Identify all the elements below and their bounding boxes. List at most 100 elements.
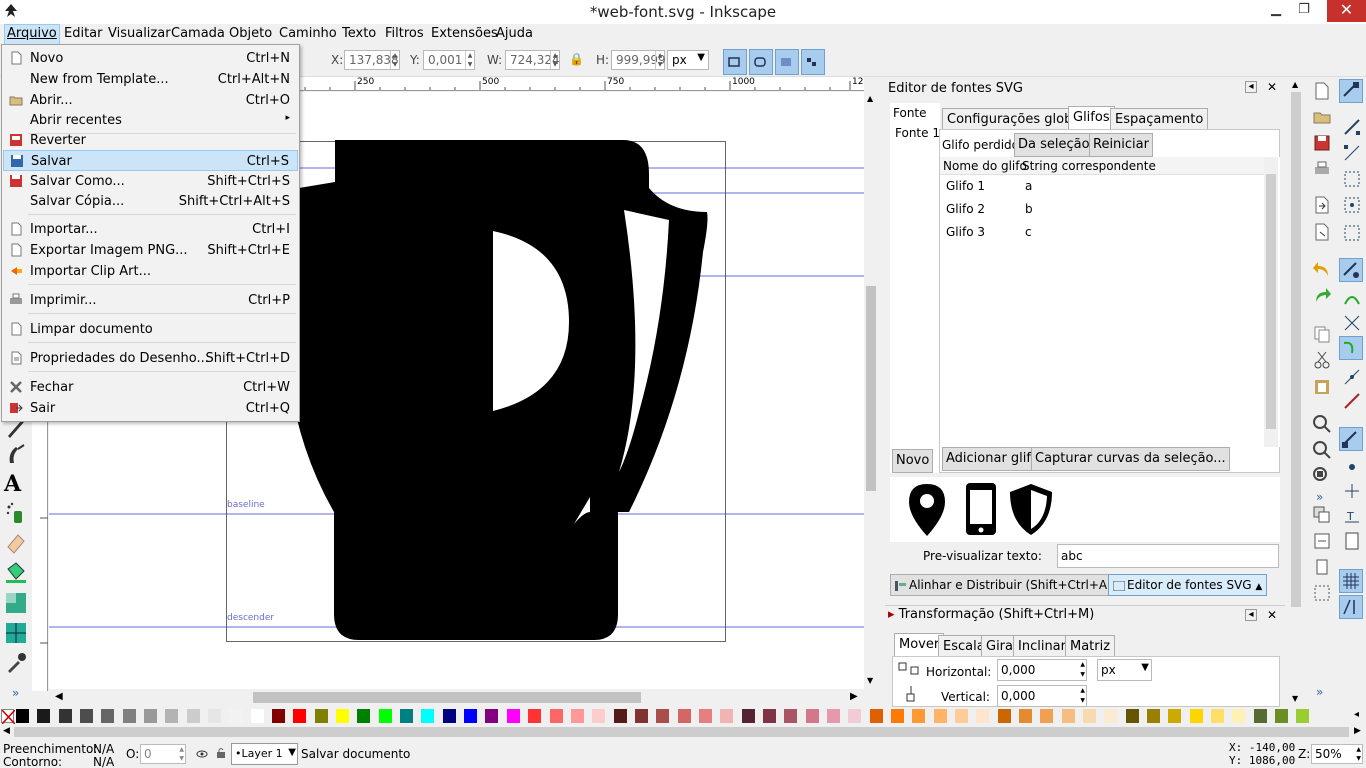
menu-item-sair[interactable]: Sair Ctrl+Q <box>3 398 298 419</box>
print-icon[interactable] <box>1312 159 1332 179</box>
color-swatch[interactable] <box>912 709 926 723</box>
menu-item-salvar-como[interactable]: Salvar Como... Shift+Ctrl+S <box>3 171 298 192</box>
color-swatch[interactable] <box>101 709 115 723</box>
unit-select[interactable]: px ▼ <box>667 50 709 70</box>
undo-icon[interactable] <box>1312 260 1332 280</box>
color-swatch[interactable] <box>400 709 414 723</box>
color-swatch[interactable] <box>848 709 862 723</box>
opacity-spinbox[interactable]: 0 ▲ ▼ <box>140 744 186 764</box>
color-swatch[interactable] <box>1211 709 1225 723</box>
preview-text-input[interactable]: abc <box>1057 544 1279 568</box>
table-row[interactable]: Glifo 1 a <box>940 177 1265 199</box>
color-swatch[interactable] <box>826 709 840 723</box>
menu-camada[interactable]: Camada <box>169 26 227 41</box>
lock-icon[interactable]: 🔒 <box>569 52 584 66</box>
color-swatch[interactable] <box>336 709 350 723</box>
font-editor-dock-tab[interactable]: Editor de fontes SVG ▲ <box>1108 574 1268 596</box>
color-swatch[interactable] <box>933 709 947 723</box>
export-icon[interactable] <box>1312 222 1332 242</box>
transform-close-icon[interactable]: ✕ <box>1267 608 1277 622</box>
toolbox-overflow-icon[interactable]: » <box>12 686 19 700</box>
layer-visibility-icon[interactable] <box>196 748 208 760</box>
menu-caminho[interactable]: Caminho <box>277 26 339 41</box>
color-swatch[interactable] <box>1189 709 1203 723</box>
transform-collapse-icon[interactable]: ◂ <box>1245 609 1257 621</box>
color-swatch[interactable] <box>464 709 478 723</box>
color-swatch[interactable] <box>1147 709 1161 723</box>
color-swatch[interactable] <box>613 709 627 723</box>
clone-icon[interactable] <box>1312 531 1332 551</box>
menu-editar[interactable]: Editar <box>62 26 105 41</box>
tab-mover[interactable]: Mover <box>894 633 945 657</box>
h-spinbox[interactable]: 999,999 ▲ ▼ <box>611 50 666 70</box>
menu-filtros[interactable]: Filtros <box>383 26 426 41</box>
color-swatch[interactable] <box>1125 709 1139 723</box>
menu-item-imprimir[interactable]: Imprimir... Ctrl+P <box>3 290 298 311</box>
spin-arrows-icon[interactable]: ▲ ▼ <box>1080 686 1085 706</box>
menu-objeto[interactable]: Objeto <box>227 26 274 41</box>
capture-curves-button[interactable]: Capturar curvas da seleção... <box>1031 447 1230 471</box>
dock-close-icon[interactable]: ✕ <box>1267 80 1277 94</box>
menu-item-new-from-template[interactable]: New from Template... Ctrl+Alt+N <box>3 69 298 90</box>
menu-item-salvar-copia[interactable]: Salvar Cópia... Shift+Ctrl+Alt+S <box>3 191 298 212</box>
palette-scrollbar[interactable]: ◀ ▶ <box>0 724 1366 740</box>
text-tool-icon[interactable]: A <box>4 471 28 497</box>
scroll-up-icon[interactable]: ▲ <box>867 94 873 103</box>
pen-tool-icon[interactable] <box>4 443 28 467</box>
snap-bbox-corner-icon[interactable] <box>1342 169 1362 189</box>
snap-nodes-toggle[interactable] <box>1339 258 1363 282</box>
menu-item-importar[interactable]: Importar... Ctrl+I <box>3 219 298 240</box>
snap-grid-toggle[interactable] <box>1339 569 1363 593</box>
cut-icon[interactable] <box>1312 350 1332 370</box>
color-swatch[interactable] <box>741 709 755 723</box>
color-swatch[interactable] <box>378 709 392 723</box>
color-swatch[interactable] <box>570 709 584 723</box>
transform-patterns-toggle[interactable] <box>801 49 825 75</box>
close-button[interactable]: ✕ <box>1327 0 1366 22</box>
layer-lock-icon[interactable] <box>216 747 226 759</box>
font-list-item[interactable]: Fonte 1 <box>895 126 940 140</box>
spin-arrows-icon[interactable]: ▲ ▼ <box>1356 745 1361 763</box>
color-swatch[interactable] <box>528 709 542 723</box>
new-document-icon[interactable] <box>1312 81 1332 101</box>
menu-item-limpar-documento[interactable]: Limpar documento <box>3 319 298 340</box>
scale-corners-toggle[interactable] <box>749 49 773 75</box>
color-swatch[interactable] <box>698 709 712 723</box>
color-swatch[interactable] <box>1104 709 1118 723</box>
transform-gradients-toggle[interactable] <box>775 49 799 75</box>
color-swatch[interactable] <box>229 709 243 723</box>
col-glyph-name[interactable]: Nome do glifo <box>943 159 1027 173</box>
layer-select[interactable]: •Layer 1 ▼ <box>231 743 298 765</box>
color-swatch[interactable] <box>592 709 606 723</box>
scroll-up-icon[interactable]: ▲ <box>1292 80 1298 89</box>
snap-text-baseline-icon[interactable]: T <box>1342 507 1362 527</box>
color-swatch[interactable] <box>37 709 51 723</box>
snap-bbox-icon[interactable] <box>1342 117 1362 137</box>
color-swatch[interactable] <box>634 709 648 723</box>
commands-overflow-icon[interactable]: » <box>1316 685 1323 699</box>
scroll-left-icon[interactable]: ◀ <box>3 726 10 736</box>
color-swatch[interactable] <box>506 709 520 723</box>
snap-center-icon[interactable] <box>1342 457 1362 477</box>
open-folder-icon[interactable] <box>1312 107 1332 127</box>
zoom-page-icon[interactable] <box>1312 466 1332 486</box>
scroll-right-icon[interactable]: ▶ <box>1354 726 1361 736</box>
scale-stroke-toggle[interactable] <box>723 49 747 75</box>
color-swatch[interactable] <box>208 709 222 723</box>
menu-texto[interactable]: Texto <box>340 26 378 41</box>
dock-scroll-thumb[interactable] <box>1291 92 1301 607</box>
color-swatch[interactable] <box>357 709 371 723</box>
snap-path-icon[interactable] <box>1342 287 1362 307</box>
table-row[interactable]: Glifo 3 c <box>940 223 1265 245</box>
snap-rotation-center-icon[interactable] <box>1342 481 1362 501</box>
menu-item-abrir-recentes[interactable]: Abrir recentes ▸ <box>3 110 298 131</box>
table-row[interactable]: Glifo 2 b <box>940 200 1265 222</box>
color-swatch[interactable] <box>997 709 1011 723</box>
canvas-vertical-scrollbar[interactable]: ▲ ▼ <box>864 91 878 690</box>
color-swatch[interactable] <box>144 709 158 723</box>
color-swatch[interactable] <box>122 709 136 723</box>
scroll-right-icon[interactable]: ▶ <box>850 691 858 702</box>
dock-collapse-icon[interactable]: ◂ <box>1245 81 1257 93</box>
color-swatch[interactable] <box>1253 709 1267 723</box>
w-spinbox[interactable]: 724,324 ▲ ▼ <box>505 50 560 70</box>
